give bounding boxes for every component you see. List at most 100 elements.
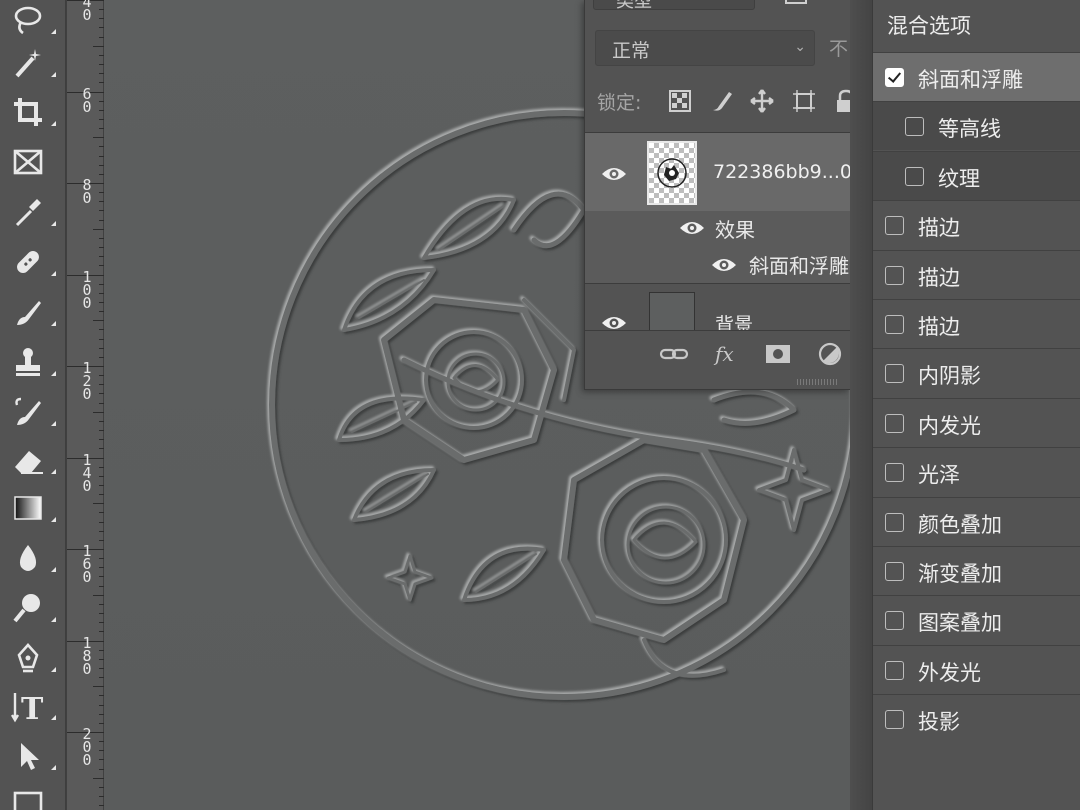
gradient-tool-icon[interactable] bbox=[6, 488, 56, 528]
pen-tool-icon[interactable] bbox=[6, 638, 56, 678]
history-brush-tool-icon[interactable] bbox=[6, 392, 56, 432]
option-checkbox[interactable] bbox=[885, 463, 904, 483]
brush-tool-icon[interactable] bbox=[6, 292, 56, 332]
layer-thumbnail bbox=[649, 292, 695, 330]
bevel-visibility-eye-icon[interactable] bbox=[711, 256, 737, 274]
flyout-indicator-icon bbox=[51, 715, 56, 720]
layer-style-option[interactable]: 渐变叠加 bbox=[873, 546, 1080, 595]
option-checkbox[interactable] bbox=[905, 117, 924, 137]
layer-effects-row[interactable]: 效果 bbox=[585, 211, 850, 245]
healing-brush-tool-icon[interactable] bbox=[6, 242, 56, 282]
flyout-indicator-icon bbox=[51, 221, 56, 226]
option-checkbox[interactable] bbox=[885, 265, 904, 285]
flyout-indicator-icon bbox=[51, 371, 56, 376]
option-label: 等高线 bbox=[938, 117, 1001, 142]
option-checkbox[interactable] bbox=[905, 166, 924, 186]
panel-resize-grip[interactable] bbox=[797, 379, 837, 385]
layers-panel: 类型 正常 ⌄ 不 锁定: 722386bb9...0 效果 斜面和浮雕 背景 … bbox=[584, 0, 850, 390]
svg-text:fx: fx bbox=[713, 342, 734, 366]
clone-stamp-tool-icon[interactable] bbox=[6, 342, 56, 382]
filter-options-icon[interactable] bbox=[785, 0, 807, 4]
ruler-label: 8 0 bbox=[82, 176, 92, 207]
layer-style-option[interactable]: 内阴影 bbox=[873, 348, 1080, 397]
layer-style-option[interactable]: 颜色叠加 bbox=[873, 496, 1080, 546]
ruler-label: 4 0 bbox=[82, 0, 92, 24]
link-layers-icon[interactable] bbox=[659, 341, 689, 367]
option-checkbox[interactable] bbox=[885, 660, 904, 680]
layer-style-option[interactable]: 描边 bbox=[873, 299, 1080, 348]
option-checkbox[interactable] bbox=[885, 611, 904, 631]
layer-name[interactable]: 背景 bbox=[715, 310, 753, 330]
option-checkbox[interactable] bbox=[885, 413, 904, 433]
layer-style-option[interactable]: 投影 bbox=[873, 694, 1080, 743]
ruler-label: 1 6 0 bbox=[82, 542, 92, 586]
flyout-indicator-icon bbox=[51, 271, 56, 276]
option-label: 投影 bbox=[918, 710, 960, 735]
lock-artboard-icon[interactable] bbox=[791, 88, 817, 114]
flyout-indicator-icon bbox=[51, 72, 56, 77]
eyedropper-tool-icon[interactable] bbox=[6, 192, 56, 232]
lock-label: 锁定: bbox=[597, 92, 642, 114]
lock-transparent-pixels-icon[interactable] bbox=[667, 88, 693, 114]
layer-style-option[interactable]: 光泽 bbox=[873, 447, 1080, 496]
dodge-tool-icon[interactable] bbox=[6, 588, 56, 628]
path-selection-tool-icon[interactable] bbox=[6, 736, 56, 776]
flyout-indicator-icon bbox=[51, 321, 56, 326]
effects-visibility-eye-icon[interactable] bbox=[679, 219, 705, 237]
add-mask-icon[interactable] bbox=[763, 341, 793, 367]
layer-row[interactable]: 背景 bbox=[585, 284, 850, 330]
blending-options-item[interactable]: 混合选项 bbox=[887, 10, 971, 40]
flyout-indicator-icon bbox=[51, 567, 56, 572]
bevel-emboss-effect-row[interactable]: 斜面和浮雕 bbox=[585, 245, 850, 283]
lock-all-icon[interactable] bbox=[833, 88, 850, 114]
lock-position-icon[interactable] bbox=[749, 88, 775, 114]
layer-style-option[interactable]: 外发光 bbox=[873, 644, 1080, 694]
layer-style-option[interactable]: 内发光 bbox=[873, 397, 1080, 447]
option-checkbox[interactable] bbox=[885, 315, 904, 334]
flyout-indicator-icon bbox=[51, 667, 56, 672]
layer-name[interactable]: 722386bb9...0 bbox=[713, 161, 850, 183]
option-label: 斜面和浮雕 bbox=[918, 68, 1023, 92]
option-label: 颜色叠加 bbox=[918, 512, 1002, 537]
rectangle-tool-icon[interactable] bbox=[6, 782, 50, 810]
option-label: 描边 bbox=[918, 315, 960, 339]
blend-mode-select[interactable]: 正常 ⌄ bbox=[595, 30, 815, 66]
layer-style-list: 混合选项 斜面和浮雕 等高线 纹理 描边 描边 描边 内阴影 内发光 光泽 颜色叠加 渐变叠加 图案叠… bbox=[872, 0, 1080, 810]
option-checkbox[interactable] bbox=[885, 512, 904, 532]
option-label: 内发光 bbox=[918, 413, 981, 438]
visibility-eye-icon[interactable] bbox=[601, 314, 627, 330]
layer-style-option[interactable]: 描边 bbox=[873, 249, 1080, 299]
layer-filter-field[interactable]: 类型 bbox=[593, 0, 755, 12]
lasso-tool-icon[interactable] bbox=[6, 0, 56, 40]
eraser-tool-icon[interactable] bbox=[6, 440, 56, 480]
visibility-eye-icon[interactable] bbox=[601, 165, 627, 183]
blur-tool-icon[interactable] bbox=[6, 538, 56, 578]
photoshop-window: T 4 0 6 0 8 0 1 0 0 1 2 0 1 4 0 1 6 0 1 8 0 2 0 … bbox=[0, 0, 1080, 810]
effects-label: 效果 bbox=[715, 218, 755, 242]
add-layer-style-icon[interactable]: fx bbox=[713, 341, 743, 367]
option-label: 外发光 bbox=[918, 660, 981, 685]
layer-style-option[interactable]: 描边 bbox=[873, 200, 1080, 249]
layer-row-selected[interactable]: 722386bb9...0 bbox=[585, 133, 850, 211]
option-label: 纹理 bbox=[938, 166, 980, 191]
option-checkbox[interactable] bbox=[885, 216, 904, 236]
magic-wand-tool-icon[interactable] bbox=[6, 43, 56, 83]
lock-image-pixels-icon[interactable] bbox=[709, 88, 735, 114]
layer-style-option[interactable]: 纹理 bbox=[873, 150, 1080, 200]
layer-style-option[interactable]: 等高线 bbox=[873, 101, 1080, 151]
layer-style-option[interactable]: 图案叠加 bbox=[873, 595, 1080, 644]
frame-tool-icon[interactable] bbox=[6, 142, 50, 182]
ruler-label: 1 0 0 bbox=[82, 268, 92, 312]
adjustment-layer-icon[interactable] bbox=[815, 341, 845, 367]
flyout-indicator-icon bbox=[51, 469, 56, 474]
layer-filter-label: 类型 bbox=[616, 0, 652, 12]
option-label: 图案叠加 bbox=[918, 611, 1002, 636]
option-checkbox[interactable] bbox=[885, 68, 904, 87]
crop-tool-icon[interactable] bbox=[6, 92, 56, 132]
option-checkbox[interactable] bbox=[885, 710, 904, 730]
type-tool-icon[interactable]: T bbox=[6, 686, 56, 726]
layer-style-option[interactable]: 斜面和浮雕 bbox=[873, 52, 1080, 101]
option-checkbox[interactable] bbox=[885, 562, 904, 581]
vertical-ruler[interactable]: 4 0 6 0 8 0 1 0 0 1 2 0 1 4 0 1 6 0 1 8 0 2 0 0 bbox=[66, 0, 105, 810]
option-checkbox[interactable] bbox=[885, 364, 904, 384]
